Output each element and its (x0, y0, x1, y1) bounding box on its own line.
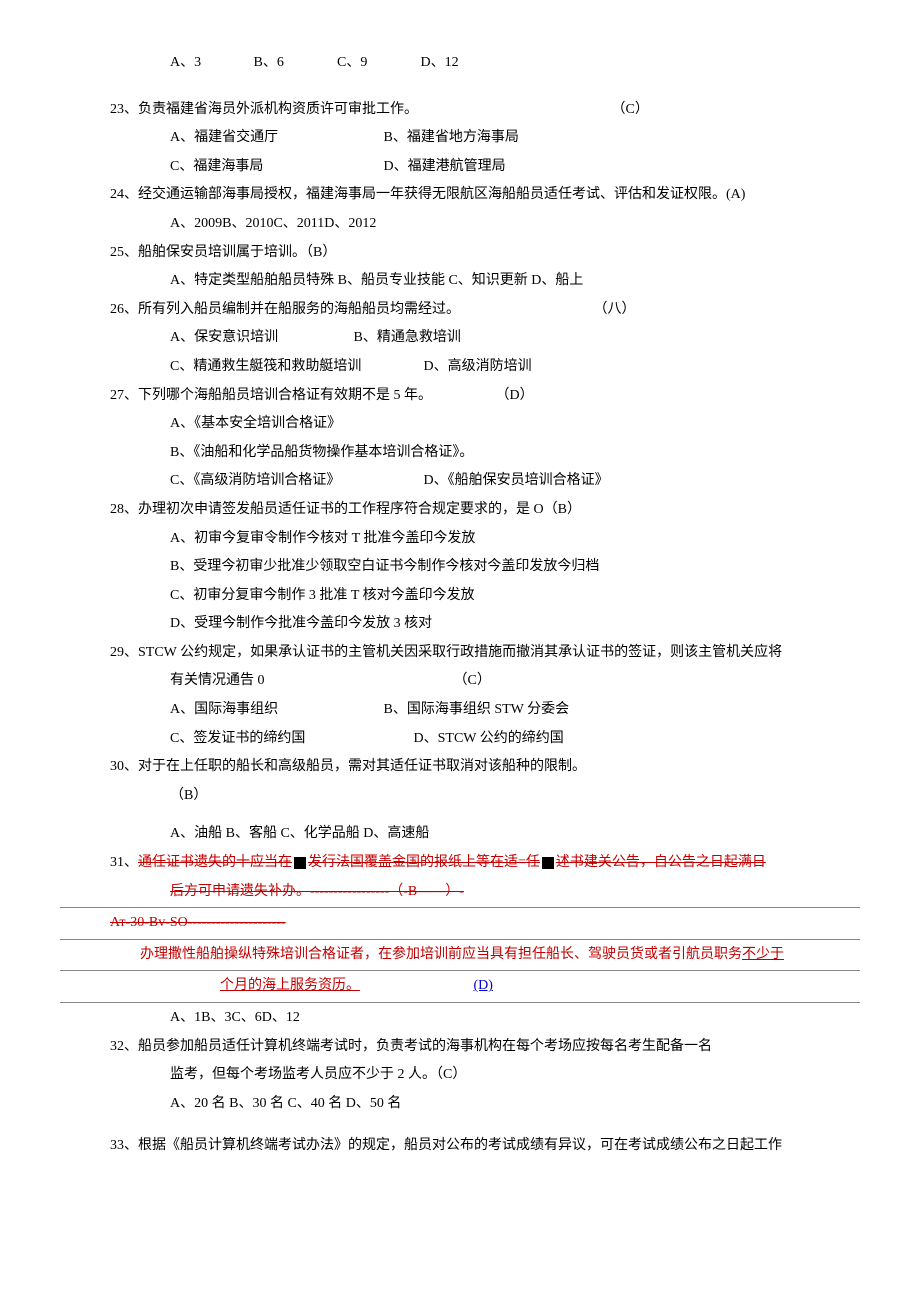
q31-red1c: 述书建关公告，自公告之日起满日 (556, 855, 766, 870)
q27-opt-b: B、《油船和化学品船货物操作基本培训合格证》。 (60, 440, 860, 467)
q24-text: 24、经交通运输部海事局授权，福建海事局一年获得无限航区海船船员适任考试、评估和… (60, 182, 860, 209)
q31-ans5: (D) (474, 978, 493, 993)
q26-answer: （八） (594, 302, 636, 317)
q31-red5: 个月的海上服务资历。 (220, 978, 360, 993)
square-icon (294, 857, 306, 869)
square-icon (542, 857, 554, 869)
q25-text: 25、船舶保安员培训属于培训。（B） (60, 240, 860, 267)
q22-options: A、3 B、6 C、9 D、12 (60, 50, 860, 77)
q32-text1: 32、船员参加船员适任计算机终端考试时，负责考试的海事机构在每个考场应按每名考生… (60, 1034, 860, 1061)
q31-line2: 后方可申请遗失补办。-----------------（-B——）- (60, 879, 860, 906)
q31-red4b: 不少于 (742, 947, 784, 962)
q31-line5: 个月的海上服务资历。 (D) (60, 973, 860, 1000)
q27-opts-row3: C、《高级消防培训合格证》 D、《船舶保安员培训合格证》 (60, 468, 860, 495)
q26-text: 26、所有列入船员编制并在船服务的海船船员均需经过。 (110, 302, 460, 317)
q26-opt-a: A、保安意识培训 (170, 325, 350, 352)
divider (60, 1002, 860, 1003)
q28-opt-b: B、受理今初审少批准少领取空白证书今制作今核对今盖印发放今归档 (60, 554, 860, 581)
q23-text: 23、负责福建省海员外派机构资质许可审批工作。 (110, 102, 418, 117)
q26-opts-row1: A、保安意识培训 B、精通急救培训 (60, 325, 860, 352)
divider (60, 939, 860, 940)
q28-opt-d: D、受理今制作今批准今盖印今发放 3 核对 (60, 611, 860, 638)
q22-opt-b: B、6 (254, 50, 334, 77)
q31-opts: A、1B、3C、6D、12 (60, 1005, 860, 1032)
q31-line3: Ат-30-Bv-SO--------------------- (60, 910, 860, 937)
q31-red1b: 发行法国覆盖金国的报纸上等在适=任 (308, 855, 540, 870)
q27-opt-d: D、《船舶保安员培训合格证》 (424, 473, 609, 488)
q29-opt-b: B、国际海事组织 STW 分委会 (384, 702, 570, 717)
q27-text: 27、下列哪个海船船员培训合格证有效期不是 5 年。 (110, 388, 432, 403)
q29-text2: 有关情况通告 0 (170, 668, 450, 695)
q23-opt-d: D、福建港航管理局 (384, 159, 506, 174)
q23-opt-a: A、福建省交通厅 (170, 125, 380, 152)
q29-opt-a: A、国际海事组织 (170, 697, 380, 724)
q29-opt-c: C、签发证书的缔约国 (170, 726, 410, 753)
q24-opts: A、2009B、2010C、2011D、2012 (60, 211, 860, 238)
q26-opt-d: D、高级消防培训 (424, 359, 532, 374)
q32-text2: 监考，但每个考场监考人员应不少于 2 人。（C） (60, 1062, 860, 1089)
q29-answer: （C） (454, 673, 491, 688)
q27-answer: （D） (496, 388, 534, 403)
q26: 26、所有列入船员编制并在船服务的海船船员均需经过。 （八） (60, 297, 860, 324)
q29-opts-row2: C、签发证书的缔约国 D、STCW 公约的缔约国 (60, 726, 860, 753)
divider (60, 907, 860, 908)
q23-opts-row2: C、福建海事局 D、福建港航管理局 (60, 154, 860, 181)
divider (60, 970, 860, 971)
q29-opt-d: D、STCW 公约的缔约国 (414, 731, 564, 746)
q29-line2: 有关情况通告 0 （C） (60, 668, 860, 695)
q27-opt-a: A、《基本安全培训合格证》 (60, 411, 860, 438)
q26-opt-b: B、精通急救培训 (354, 330, 461, 345)
q22-opt-c: C、9 (337, 50, 417, 77)
q31-line1: 31、通任证书遗失的十应当在 发行法国覆盖金国的报纸上等在适=任 述书建关公告，自公… (60, 850, 860, 877)
q22-opt-a: A、3 (170, 50, 250, 77)
q26-opt-c: C、精通救生艇筏和救助艇培训 (170, 354, 420, 381)
q23-answer: （C） (612, 102, 649, 117)
q33-text: 33、根据《船员计算机终端考试办法》的规定，船员对公布的考试成绩有异议，可在考试… (60, 1133, 860, 1160)
q31-red2: 后方可申请遗失补办。-----------------（-B——）- (170, 884, 464, 899)
q23-opt-b: B、福建省地方海事局 (384, 130, 519, 145)
q27: 27、下列哪个海船船员培训合格证有效期不是 5 年。 （D） (60, 383, 860, 410)
q28-text: 28、办理初次申请签发船员适任证书的工作程序符合规定要求的，是 O（B） (60, 497, 860, 524)
q27-opt-c: C、《高级消防培训合格证》 (170, 468, 420, 495)
q29-text1: 29、STCW 公约规定，如果承认证书的主管机关因采取行政措施而撤消其承认证书的… (60, 640, 860, 667)
q30-opts: A、油船 B、客船 C、化学品船 D、高速船 (60, 821, 860, 848)
q26-opts-row2: C、精通救生艇筏和救助艇培训 D、高级消防培训 (60, 354, 860, 381)
q31-line4: 办理撒性船舶操纵特殊培训合格证者，在参加培训前应当具有担任船长、驾驶员货或者引航… (60, 942, 860, 969)
q22-opt-d: D、12 (421, 50, 459, 77)
q29-opts-row1: A、国际海事组织 B、国际海事组织 STW 分委会 (60, 697, 860, 724)
q23: 23、负责福建省海员外派机构资质许可审批工作。 （C） (60, 97, 860, 124)
q31-red4a: 办理撒性船舶操纵特殊培训合格证者，在参加培训前应当具有担任船长、驾驶员货或者引航… (140, 947, 742, 962)
q32-opts: A、20 名 B、30 名 C、40 名 D、50 名 (60, 1091, 860, 1118)
q31-red1a: 通任证书遗失的十应当在 (138, 855, 292, 870)
q23-opt-c: C、福建海事局 (170, 154, 380, 181)
q28-opt-c: C、初审分复审今制作 3 批准 T 核对今盖印今发放 (60, 583, 860, 610)
q30-answer: （B） (60, 783, 860, 810)
q25-opts: A、特定类型船舶船员特殊 B、船员专业技能 C、知识更新 D、船上 (60, 268, 860, 295)
q23-opts-row1: A、福建省交通厅 B、福建省地方海事局 (60, 125, 860, 152)
q31-prefix: 31、 (110, 855, 138, 870)
q28-opt-a: A、初审今复审令制作今核对 T 批准今盖印今发放 (60, 526, 860, 553)
q30-text: 30、对于在上任职的船长和高级船员，需对其适任证书取消对该船种的限制。 (60, 754, 860, 781)
